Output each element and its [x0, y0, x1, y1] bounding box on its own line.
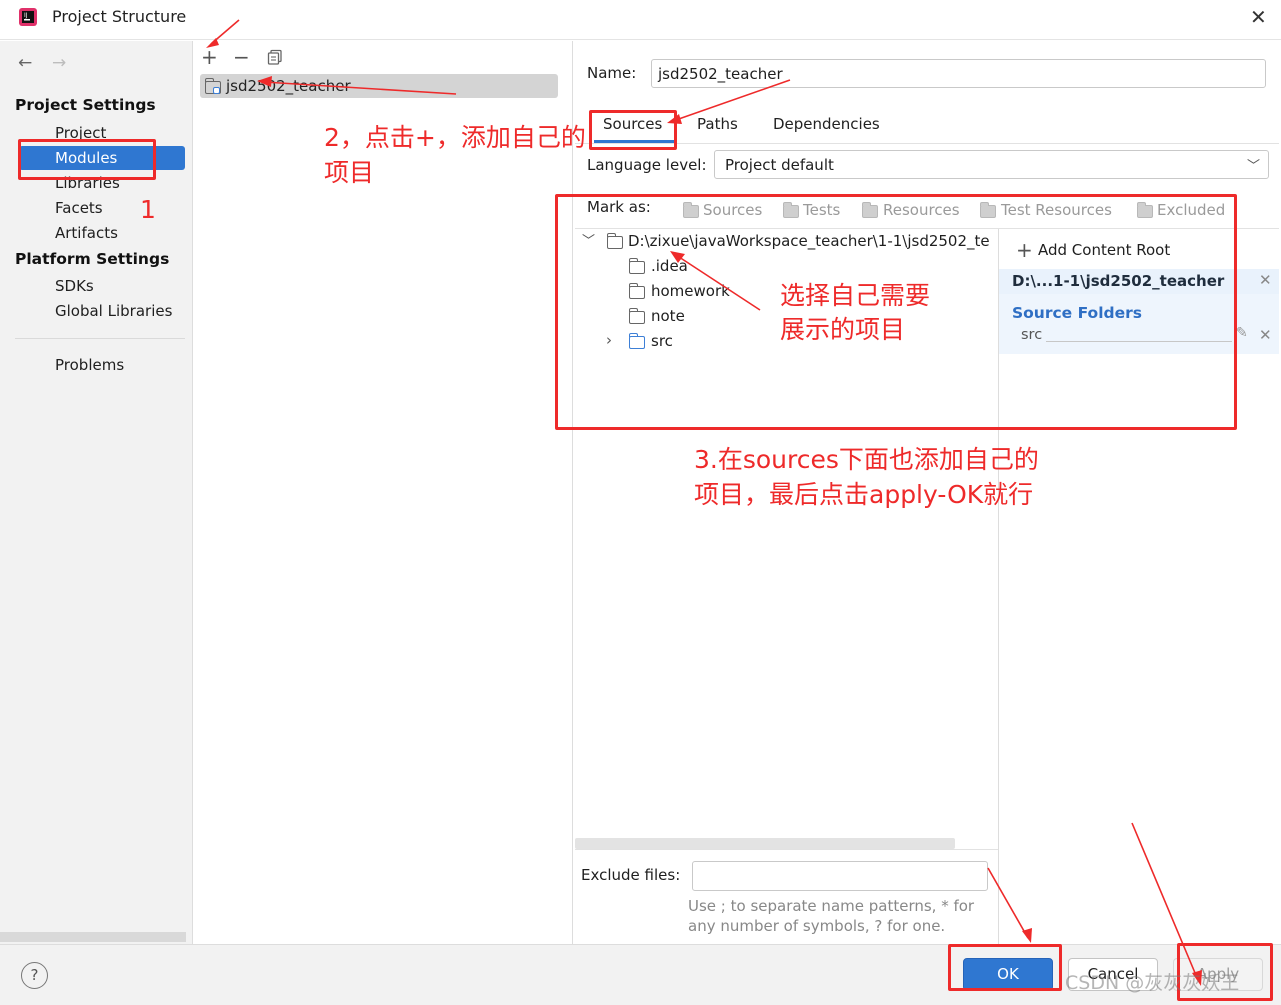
annotation-step3-line2: 项目，最后点击apply-OK就行 — [694, 480, 1034, 509]
arrow-to-ok — [987, 867, 1029, 939]
arrow-to-tree — [675, 254, 761, 311]
arrow-to-sources — [672, 79, 791, 122]
annotation-step2-line1: 2，点击+，添加自己的 — [324, 123, 586, 152]
arrow-to-apply — [1131, 822, 1199, 981]
annotation-choose-line1: 选择自己需要 — [780, 281, 931, 310]
annotation-step1: 1 — [140, 195, 156, 224]
arrowhead-module — [257, 76, 272, 87]
arrowhead-sources — [667, 114, 682, 124]
arrow-to-module — [263, 81, 457, 95]
arrowhead-tree — [670, 251, 685, 263]
annotation-choose-line2: 展示的项目 — [780, 315, 906, 344]
annotation-step2-line2: 项目 — [324, 158, 375, 187]
annotation-arrows — [206, 19, 1202, 986]
csdn-watermark: CSDN @灰灰灰妖王 — [1065, 972, 1240, 994]
annotation-step3-line1: 3.在sources下面也添加自己的 — [694, 445, 1039, 474]
